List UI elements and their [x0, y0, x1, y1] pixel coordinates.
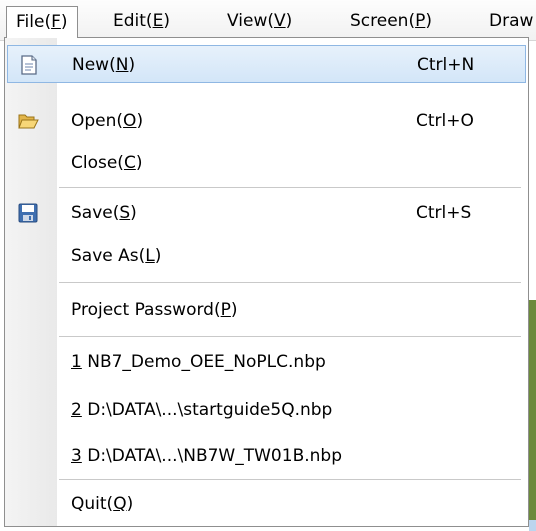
menu-draw[interactable]: Draw: [480, 6, 536, 38]
recent-file-label: 1 NB7_Demo_OEE_NoPLC.nbp: [71, 352, 326, 372]
menu-item-project-password[interactable]: Project Password(P): [7, 291, 526, 329]
menu-file-text-end: ): [60, 12, 68, 32]
menu-file-text: File(: [16, 12, 52, 32]
menu-item-project-password-label: Project Password(P): [71, 300, 238, 320]
menu-item-quit[interactable]: Quit(Q): [7, 485, 526, 523]
menu-item-recent-file[interactable]: 3 D:\DATA\...\NB7W_TW01B.nbp: [7, 437, 526, 475]
save-disk-icon: [18, 203, 38, 223]
menu-item-quit-label: Quit(Q): [71, 494, 134, 514]
menu-item-save-as[interactable]: Save As(L): [7, 237, 526, 275]
menu-item-open-shortcut: Ctrl+O: [416, 111, 474, 131]
new-file-icon: [21, 55, 37, 75]
menu-separator: [59, 187, 521, 189]
menu-item-new[interactable]: New(N) Ctrl+N: [7, 45, 526, 83]
menu-view-text-end: ): [285, 11, 293, 31]
menu-screen-mnemonic: P: [415, 11, 426, 31]
menu-file[interactable]: File(F): [6, 6, 78, 38]
menu-draw-text: Draw: [489, 11, 534, 31]
menu-item-save-shortcut: Ctrl+S: [416, 203, 472, 223]
recent-file-label: 3 D:\DATA\...\NB7W_TW01B.nbp: [71, 446, 342, 466]
menu-item-close[interactable]: Close(C): [7, 144, 526, 182]
menu-item-new-shortcut: Ctrl+N: [417, 55, 475, 75]
menu-separator: [59, 479, 521, 481]
menu-view-text: View(: [227, 11, 274, 31]
menu-item-recent-file[interactable]: 1 NB7_Demo_OEE_NoPLC.nbp: [7, 343, 526, 381]
menu-file-mnemonic: F: [51, 12, 61, 32]
menu-separator: [59, 336, 521, 338]
menu-edit[interactable]: Edit(E): [104, 6, 179, 38]
menu-item-save-as-label: Save As(L): [71, 246, 162, 266]
menu-view[interactable]: View(V): [218, 6, 301, 38]
menu-item-save-label: Save(S): [71, 203, 137, 223]
menu-item-open-label: Open(O): [71, 111, 144, 131]
menu-screen-text: Screen(: [350, 11, 416, 31]
menu-screen-text-end: ): [425, 11, 432, 31]
menu-edit-text: Edit(: [113, 11, 153, 31]
menu-bar: File(F) Edit(E) View(V) Screen(P) Draw: [0, 0, 536, 41]
file-menu-dropdown: New(N) Ctrl+N Open(O) Ctrl+O Close(C) Sa…: [4, 37, 529, 527]
background-window-strip: [529, 300, 536, 531]
background-window-strip-blue: [529, 520, 536, 531]
recent-file-label: 2 D:\DATA\...\startguide5Q.nbp: [71, 400, 333, 420]
menu-edit-text-end: ): [163, 11, 170, 31]
menu-item-open[interactable]: Open(O) Ctrl+O: [7, 102, 526, 140]
menu-item-save[interactable]: Save(S) Ctrl+S: [7, 194, 526, 232]
menu-item-recent-file[interactable]: 2 D:\DATA\...\startguide5Q.nbp: [7, 391, 526, 429]
menu-screen[interactable]: Screen(P): [341, 6, 441, 38]
menu-view-mnemonic: V: [273, 11, 286, 31]
menu-separator: [59, 282, 521, 284]
menu-edit-mnemonic: E: [152, 11, 164, 31]
menu-item-new-label: New(N): [72, 55, 136, 75]
menu-item-close-label: Close(C): [71, 153, 143, 173]
open-folder-icon: [18, 114, 39, 129]
